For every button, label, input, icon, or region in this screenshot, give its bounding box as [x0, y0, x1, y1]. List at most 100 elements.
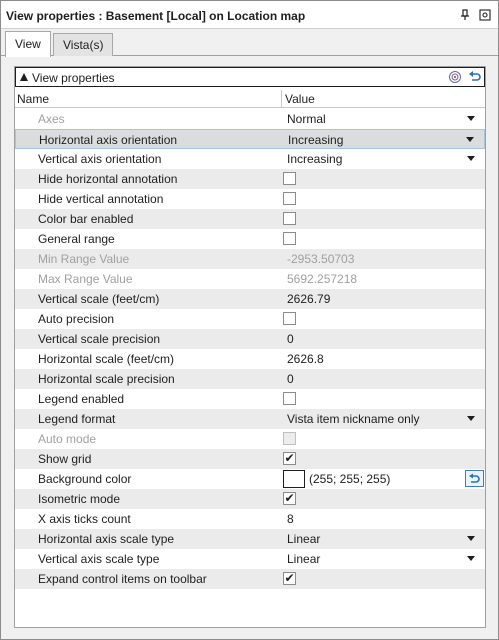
property-name: Show grid [38, 452, 92, 466]
property-row[interactable]: Horizontal scale (feet/cm) 2626.8 [15, 349, 485, 369]
property-name: Isometric mode [38, 492, 121, 506]
options-icon[interactable] [478, 7, 492, 23]
property-row[interactable]: Hide vertical annotation [15, 189, 485, 209]
property-row[interactable]: Axes Normal [15, 109, 485, 129]
property-name: Vertical scale (feet/cm) [38, 292, 160, 306]
property-row[interactable]: Vertical axis scale type Linear [15, 549, 485, 569]
property-value-text[interactable]: 0 [287, 332, 294, 346]
property-name: X axis ticks count [38, 512, 131, 526]
collapse-triangle-icon[interactable] [20, 73, 28, 81]
property-checkbox[interactable] [283, 232, 296, 245]
property-name: Expand control items on toolbar [38, 572, 207, 586]
property-checkbox[interactable]: ✔ [283, 452, 296, 465]
property-name: Vertical scale precision [38, 332, 161, 346]
property-name: Vertical axis orientation [38, 152, 162, 166]
property-row[interactable]: Hide horizontal annotation [15, 169, 485, 189]
property-name: Hide horizontal annotation [38, 172, 178, 186]
view-properties-window: View properties : Basement [Local] on Lo… [0, 0, 499, 640]
property-value-text: 5692.257218 [287, 272, 358, 286]
property-value-dropdown[interactable]: Normal [287, 112, 326, 126]
undo-icon[interactable] [468, 70, 482, 84]
property-row[interactable]: Vertical axis orientation Increasing [15, 149, 485, 169]
property-value-dropdown[interactable]: Linear [287, 552, 320, 566]
property-value-text[interactable]: 2626.79 [287, 292, 330, 306]
section-title: View properties [32, 71, 115, 85]
property-name: Legend format [38, 412, 116, 426]
property-row[interactable]: Auto precision [15, 309, 485, 329]
section-header[interactable]: View properties [15, 67, 485, 87]
property-value-dropdown[interactable]: Linear [287, 532, 320, 546]
property-value-text: -2953.50703 [287, 252, 355, 266]
property-checkbox[interactable] [283, 192, 296, 205]
grid-column-header: Name Value [15, 90, 485, 108]
color-value-text: (255; 255; 255) [309, 472, 391, 486]
property-row[interactable]: General range [15, 229, 485, 249]
tab-vistas-label: Vista(s) [63, 38, 104, 52]
reset-color-button[interactable] [465, 470, 484, 487]
property-value-dropdown[interactable]: Increasing [287, 152, 342, 166]
title-bar: View properties : Basement [Local] on Lo… [1, 1, 498, 29]
dropdown-arrow-icon[interactable] [466, 137, 474, 142]
property-checkbox[interactable] [283, 172, 296, 185]
dropdown-arrow-icon[interactable] [467, 156, 475, 161]
property-name: Max Range Value [38, 272, 133, 286]
tab-content: View properties Name Value Axes Normal H… [1, 56, 498, 639]
property-row[interactable]: Horizontal axis orientation Increasing [15, 129, 485, 149]
property-value-text[interactable]: 8 [287, 512, 294, 526]
window-title: View properties : Basement [Local] on Lo… [6, 9, 306, 23]
property-name: Hide vertical annotation [38, 192, 164, 206]
pin-icon[interactable] [458, 7, 472, 23]
column-header-name[interactable]: Name [17, 92, 49, 106]
property-row[interactable]: Horizontal scale precision 0 [15, 369, 485, 389]
property-row[interactable]: Vertical scale precision 0 [15, 329, 485, 349]
property-row[interactable]: Legend enabled [15, 389, 485, 409]
color-swatch[interactable] [283, 470, 305, 488]
property-checkbox[interactable] [283, 312, 296, 325]
property-name: Color bar enabled [38, 212, 134, 226]
property-name: Axes [38, 112, 65, 126]
tab-vistas[interactable]: Vista(s) [53, 33, 114, 57]
radar-icon[interactable] [448, 70, 462, 84]
property-row[interactable]: Background color (255; 255; 255) [15, 469, 485, 489]
property-row[interactable]: Min Range Value -2953.50703 [15, 249, 485, 269]
property-grid-panel: View properties Name Value Axes Normal H… [14, 66, 486, 628]
tab-view[interactable]: View [5, 31, 51, 57]
property-name: Horizontal scale (feet/cm) [38, 352, 175, 366]
property-checkbox [283, 432, 296, 445]
dropdown-arrow-icon[interactable] [467, 416, 475, 421]
property-name: Vertical axis scale type [38, 552, 160, 566]
property-value-text[interactable]: 2626.8 [287, 352, 324, 366]
property-row[interactable]: Legend format Vista item nickname only [15, 409, 485, 429]
property-row[interactable]: Isometric mode ✔ [15, 489, 485, 509]
property-name: Horizontal axis orientation [39, 133, 178, 147]
property-name: Auto mode [38, 432, 97, 446]
property-row[interactable]: Color bar enabled [15, 209, 485, 229]
property-name: Background color [38, 472, 132, 486]
property-value-text[interactable]: 0 [287, 372, 294, 386]
property-row[interactable]: Show grid ✔ [15, 449, 485, 469]
property-checkbox[interactable] [283, 212, 296, 225]
property-row[interactable]: Auto mode [15, 429, 485, 449]
property-value-dropdown[interactable]: Increasing [288, 133, 343, 147]
column-divider[interactable] [281, 90, 282, 108]
property-checkbox[interactable]: ✔ [283, 572, 296, 585]
property-checkbox[interactable] [283, 392, 296, 405]
property-rows: Axes Normal Horizontal axis orientation Inc… [15, 109, 485, 589]
undo-icon [469, 473, 480, 483]
dropdown-arrow-icon[interactable] [467, 536, 475, 541]
property-row[interactable]: Horizontal axis scale type Linear [15, 529, 485, 549]
column-header-value[interactable]: Value [285, 92, 315, 106]
property-row[interactable]: Vertical scale (feet/cm) 2626.79 [15, 289, 485, 309]
dropdown-arrow-icon[interactable] [467, 556, 475, 561]
tab-strip: View Vista(s) [1, 29, 498, 57]
property-row[interactable]: Expand control items on toolbar ✔ [15, 569, 485, 589]
property-name: Horizontal scale precision [38, 372, 175, 386]
dropdown-arrow-icon[interactable] [467, 116, 475, 121]
property-row[interactable]: Max Range Value 5692.257218 [15, 269, 485, 289]
property-name: Horizontal axis scale type [38, 532, 175, 546]
property-checkbox[interactable]: ✔ [283, 492, 296, 505]
property-name: General range [38, 232, 115, 246]
property-name: Auto precision [38, 312, 115, 326]
property-value-dropdown[interactable]: Vista item nickname only [287, 412, 420, 426]
property-row[interactable]: X axis ticks count 8 [15, 509, 485, 529]
